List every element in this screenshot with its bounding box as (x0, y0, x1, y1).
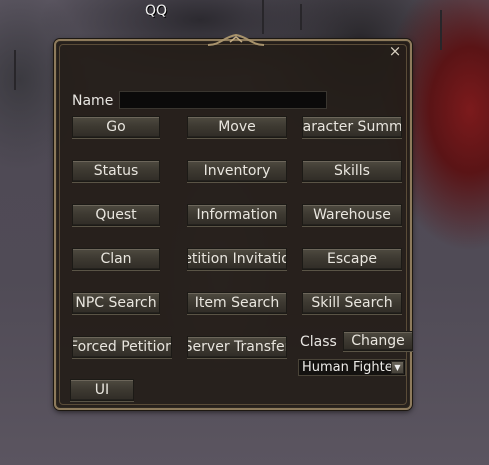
npc-search-button-label: NPC Search (75, 295, 157, 311)
go-button-label: Go (106, 119, 126, 135)
ui-button[interactable]: UI (70, 379, 134, 401)
class-select-value: Human Fighter (302, 360, 399, 375)
server-transfer-button[interactable]: Server Transfer (187, 336, 287, 358)
tree-silhouette (262, 0, 264, 34)
forced-petition-button[interactable]: Forced Petition (72, 336, 172, 358)
skills-button[interactable]: Skills (302, 160, 402, 182)
item-search-button-label: Item Search (194, 295, 280, 311)
item-search-button[interactable]: Item Search (187, 292, 287, 314)
tree-silhouette (300, 4, 302, 30)
information-button[interactable]: Information (187, 204, 287, 226)
npc-search-button[interactable]: NPC Search (72, 292, 160, 314)
information-button-label: Information (196, 207, 278, 223)
clan-button-label: Clan (100, 251, 132, 267)
status-button[interactable]: Status (72, 160, 160, 182)
warehouse-button[interactable]: Warehouse (302, 204, 402, 226)
clan-button[interactable]: Clan (72, 248, 160, 270)
warehouse-button-label: Warehouse (313, 207, 391, 223)
player-name-label: QQ (144, 3, 168, 19)
skills-button-label: Skills (334, 163, 370, 179)
tree-silhouette (440, 10, 442, 50)
chevron-down-icon[interactable]: ▼ (391, 361, 404, 374)
change-class-button[interactable]: Change (343, 331, 413, 351)
class-select[interactable]: Human Fighter ▼ (298, 359, 406, 376)
skill-search-button[interactable]: Skill Search (302, 292, 402, 314)
character-summon-button-label: Character Summon (302, 119, 402, 135)
ui-button-label: UI (94, 382, 110, 398)
quest-button[interactable]: Quest (72, 204, 160, 226)
change-class-button-label: Change (351, 333, 405, 349)
name-input[interactable] (119, 91, 327, 109)
tree-silhouette (14, 50, 16, 90)
class-label: Class (300, 334, 337, 350)
skill-search-button-label: Skill Search (311, 295, 393, 311)
name-label: Name (72, 93, 114, 109)
move-button-label: Move (218, 119, 256, 135)
title-ornament-icon (207, 33, 265, 46)
inventory-button[interactable]: Inventory (187, 160, 287, 182)
petition-invitation-button[interactable]: Petition Invitation (187, 248, 287, 270)
move-button[interactable]: Move (187, 116, 287, 138)
quest-button-label: Quest (95, 207, 137, 223)
escape-button-label: Escape (327, 251, 377, 267)
character-summon-button[interactable]: Character Summon (302, 116, 402, 138)
server-transfer-button-label: Server Transfer (187, 339, 287, 355)
escape-button[interactable]: Escape (302, 248, 402, 270)
petition-invitation-button-label: Petition Invitation (188, 251, 286, 267)
close-icon[interactable]: × (388, 44, 402, 59)
gm-command-window: × Name Go Move Character Summon Status I… (54, 33, 413, 410)
inventory-button-label: Inventory (203, 163, 271, 179)
forced-petition-button-label: Forced Petition (72, 339, 172, 355)
status-button-label: Status (93, 163, 139, 179)
go-button[interactable]: Go (72, 116, 160, 138)
